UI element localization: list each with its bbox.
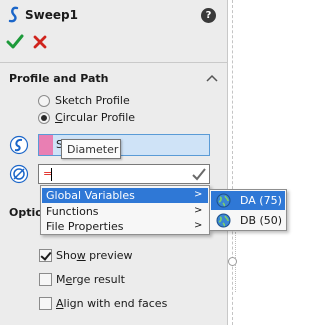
menu-item-file-properties[interactable]: File Properties >: [42, 219, 208, 234]
align-with-end-faces-checkbox[interactable]: Align with end faces: [39, 296, 167, 311]
circular-profile-label: Circular Profile: [55, 111, 136, 124]
diameter-tooltip: Diameter: [61, 139, 121, 159]
diameter-input[interactable]: =: [38, 164, 210, 184]
path-selection-icon: [9, 135, 29, 155]
graphics-area[interactable]: [228, 0, 306, 325]
merge-result-label: Merge result: [56, 273, 125, 286]
profile-and-path-title: Profile and Path: [9, 72, 109, 85]
ok-button[interactable]: [6, 33, 24, 51]
feature-title: Sweep1: [25, 8, 78, 22]
checkbox-box[interactable]: [39, 297, 52, 310]
sweep-feature-icon: [8, 6, 19, 23]
selection-color-swatch: [39, 135, 53, 155]
text-caret: [51, 168, 52, 181]
circular-profile-radio[interactable]: Circular Profile: [38, 110, 135, 125]
globe-icon: [216, 213, 231, 228]
global-variables-submenu: DA (75) DB (50): [209, 189, 287, 231]
cancel-button[interactable]: [32, 34, 48, 50]
sketch-profile-label: Sketch Profile: [55, 94, 130, 107]
diameter-icon: [9, 164, 29, 184]
sketch-profile-radio[interactable]: Sketch Profile: [38, 93, 130, 108]
collapse-chevron-icon[interactable]: [206, 74, 218, 82]
submenu-item-db[interactable]: DB (50): [211, 211, 285, 230]
submenu-arrow-icon: >: [194, 205, 203, 216]
menu-item-label: Functions: [46, 205, 99, 218]
align-with-end-faces-label: Align with end faces: [56, 297, 168, 310]
equation-context-menu: Global Variables > Functions > File Prop…: [40, 185, 210, 235]
submenu-item-da[interactable]: DA (75): [211, 191, 285, 210]
submenu-arrow-icon: >: [194, 189, 203, 200]
menu-item-label: File Properties: [46, 220, 124, 233]
radio-circle[interactable]: [38, 94, 50, 107]
show-preview-checkbox[interactable]: Show preview: [39, 248, 133, 263]
submenu-arrow-icon: >: [194, 220, 203, 231]
globe-icon: [216, 193, 231, 208]
menu-item-functions[interactable]: Functions >: [42, 204, 208, 219]
menu-item-label: Global Variables: [46, 189, 135, 202]
property-manager: Sweep1 ? Profile and Path Sketch Profile…: [0, 0, 228, 325]
checkbox-box[interactable]: [39, 273, 52, 286]
property-manager-header: Sweep1 ?: [0, 0, 228, 62]
submenu-item-label: DA (75): [240, 194, 282, 207]
confirm-equation-check-icon[interactable]: [190, 166, 208, 183]
path-endpoint-handle[interactable]: [228, 257, 237, 266]
menu-item-global-variables[interactable]: Global Variables >: [42, 188, 208, 203]
help-icon[interactable]: ?: [201, 8, 216, 23]
options-group-title: Optio: [9, 206, 43, 219]
show-preview-label: Show preview: [56, 249, 133, 262]
group-divider: [0, 62, 228, 63]
merge-result-checkbox[interactable]: Merge result: [39, 272, 125, 287]
submenu-item-label: DB (50): [240, 214, 283, 227]
checkbox-box-checked[interactable]: [39, 249, 52, 262]
radio-circle-selected[interactable]: [38, 111, 50, 124]
